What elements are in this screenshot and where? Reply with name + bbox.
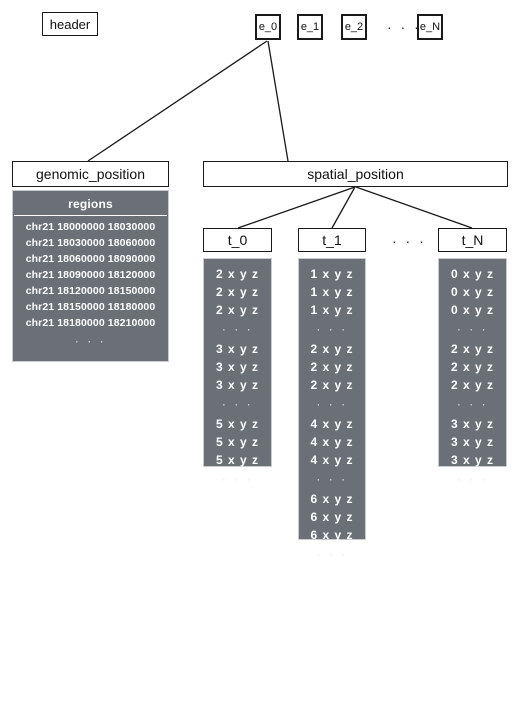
- coordinate-row: 3 x y z: [215, 342, 260, 356]
- coordinate-group-ellipsis: · · ·: [456, 472, 489, 486]
- coordinate-row: 2 x y z: [215, 267, 260, 281]
- coordinate-row: 6 x y z: [310, 510, 354, 524]
- coordinate-row: 1 x y z: [310, 267, 354, 281]
- coordinate-row: 2 x y z: [215, 285, 260, 299]
- header-box: header: [42, 12, 98, 36]
- entry-box-e-2: e_2: [341, 14, 367, 40]
- coordinate-group-ellipsis: · · ·: [221, 472, 254, 486]
- coordinate-row: 3 x y z: [450, 453, 495, 467]
- coordinate-row: 2 x y z: [310, 342, 354, 356]
- timepoint-box-t-1: t_1: [298, 228, 366, 252]
- coordinate-row: 2 x y z: [450, 342, 495, 356]
- coordinate-row: 3 x y z: [215, 360, 260, 374]
- coordinate-group-ellipsis: · · ·: [221, 397, 254, 411]
- table-row: chr21 18060000 18090000: [25, 253, 156, 265]
- spatial-position-label: spatial_position: [307, 166, 404, 182]
- timepoint-data-panel-t-1: 1 x y z 1 x y z 1 x y z · · · 2 x y z 2 x y z…: [298, 258, 366, 561]
- coordinate-row: 2 x y z: [450, 360, 495, 374]
- regions-table: regions chr21 18000000 18030000 chr21 18…: [12, 190, 169, 362]
- coordinate-group-ellipsis: · · ·: [221, 322, 254, 336]
- coordinate-row: 3 x y z: [450, 417, 495, 431]
- coordinate-row: 4 x y z: [310, 453, 354, 467]
- genomic-position-label: genomic_position: [36, 166, 145, 182]
- coordinate-row: 6 x y z: [310, 528, 354, 542]
- timepoint-label: t_0: [227, 232, 248, 248]
- genomic-position-box: genomic_position: [12, 161, 169, 187]
- coordinate-row: 2 x y z: [215, 303, 260, 317]
- timepoint-data-panel-t-n: 0 x y z 0 x y z 0 x y z · · · 2 x y z 2 x y z…: [438, 258, 507, 486]
- timepoint-data-panel-t-0: 2 x y z 2 x y z 2 x y z · · · 3 x y z 3 x y z…: [203, 258, 272, 486]
- entry-label: e_2: [344, 21, 364, 33]
- coordinate-row: 0 x y z: [450, 267, 495, 281]
- coordinate-row: 2 x y z: [310, 360, 354, 374]
- coordinate-group-ellipsis: · · ·: [456, 397, 489, 411]
- entry-box-e-n: e_N: [417, 14, 443, 40]
- table-row: chr21 18120000 18150000: [25, 285, 156, 297]
- timepoint-box-t-0: t_0: [203, 228, 272, 252]
- table-row: chr21 18180000 18210000: [25, 317, 156, 329]
- coordinate-group-ellipsis: · · ·: [316, 397, 348, 411]
- entry-label: e_N: [419, 21, 441, 33]
- coordinate-row: 4 x y z: [310, 435, 354, 449]
- coordinate-group-ellipsis: · · ·: [316, 472, 348, 486]
- table-row: chr21 18090000 18120000: [25, 269, 156, 281]
- header-label: header: [49, 16, 91, 32]
- coordinate-row: 4 x y z: [310, 417, 354, 431]
- coordinate-row: 1 x y z: [310, 303, 354, 317]
- table-row: chr21 18030000 18060000: [25, 237, 156, 249]
- coordinate-row: 5 x y z: [215, 453, 260, 467]
- entry-box-e-1: e_1: [297, 14, 323, 40]
- coordinate-row: 0 x y z: [450, 303, 495, 317]
- coordinate-row: 0 x y z: [450, 285, 495, 299]
- coordinate-group-ellipsis: · · ·: [316, 547, 348, 561]
- table-row: chr21 18000000 18030000: [25, 221, 156, 233]
- timepoints-ellipsis: · · ·: [392, 233, 427, 249]
- coordinate-row: 3 x y z: [450, 435, 495, 449]
- coordinate-row: 5 x y z: [215, 417, 260, 431]
- coordinate-row: 3 x y z: [215, 378, 260, 392]
- coordinate-group-ellipsis: · · ·: [316, 322, 348, 336]
- table-row: chr21 18150000 18180000: [25, 301, 156, 313]
- regions-table-title: regions: [14, 194, 167, 216]
- coordinate-row: 6 x y z: [310, 492, 354, 506]
- entry-label: e_0: [258, 21, 278, 33]
- coordinate-group-ellipsis: · · ·: [456, 322, 489, 336]
- timepoint-label: t_1: [322, 232, 342, 248]
- table-row-ellipsis: · · ·: [74, 334, 107, 348]
- entry-box-e-0: e_0: [255, 14, 281, 40]
- timepoint-box-t-n: t_N: [438, 228, 507, 252]
- coordinate-row: 1 x y z: [310, 285, 354, 299]
- coordinate-row: 2 x y z: [450, 378, 495, 392]
- coordinate-row: 2 x y z: [310, 378, 354, 392]
- entry-label: e_1: [300, 21, 320, 33]
- coordinate-row: 5 x y z: [215, 435, 260, 449]
- spatial-position-box: spatial_position: [203, 161, 508, 187]
- timepoint-label: t_N: [461, 232, 484, 248]
- diagram-canvas: header e_0 e_1 e_2 · · · e_N genomic_pos…: [0, 0, 512, 705]
